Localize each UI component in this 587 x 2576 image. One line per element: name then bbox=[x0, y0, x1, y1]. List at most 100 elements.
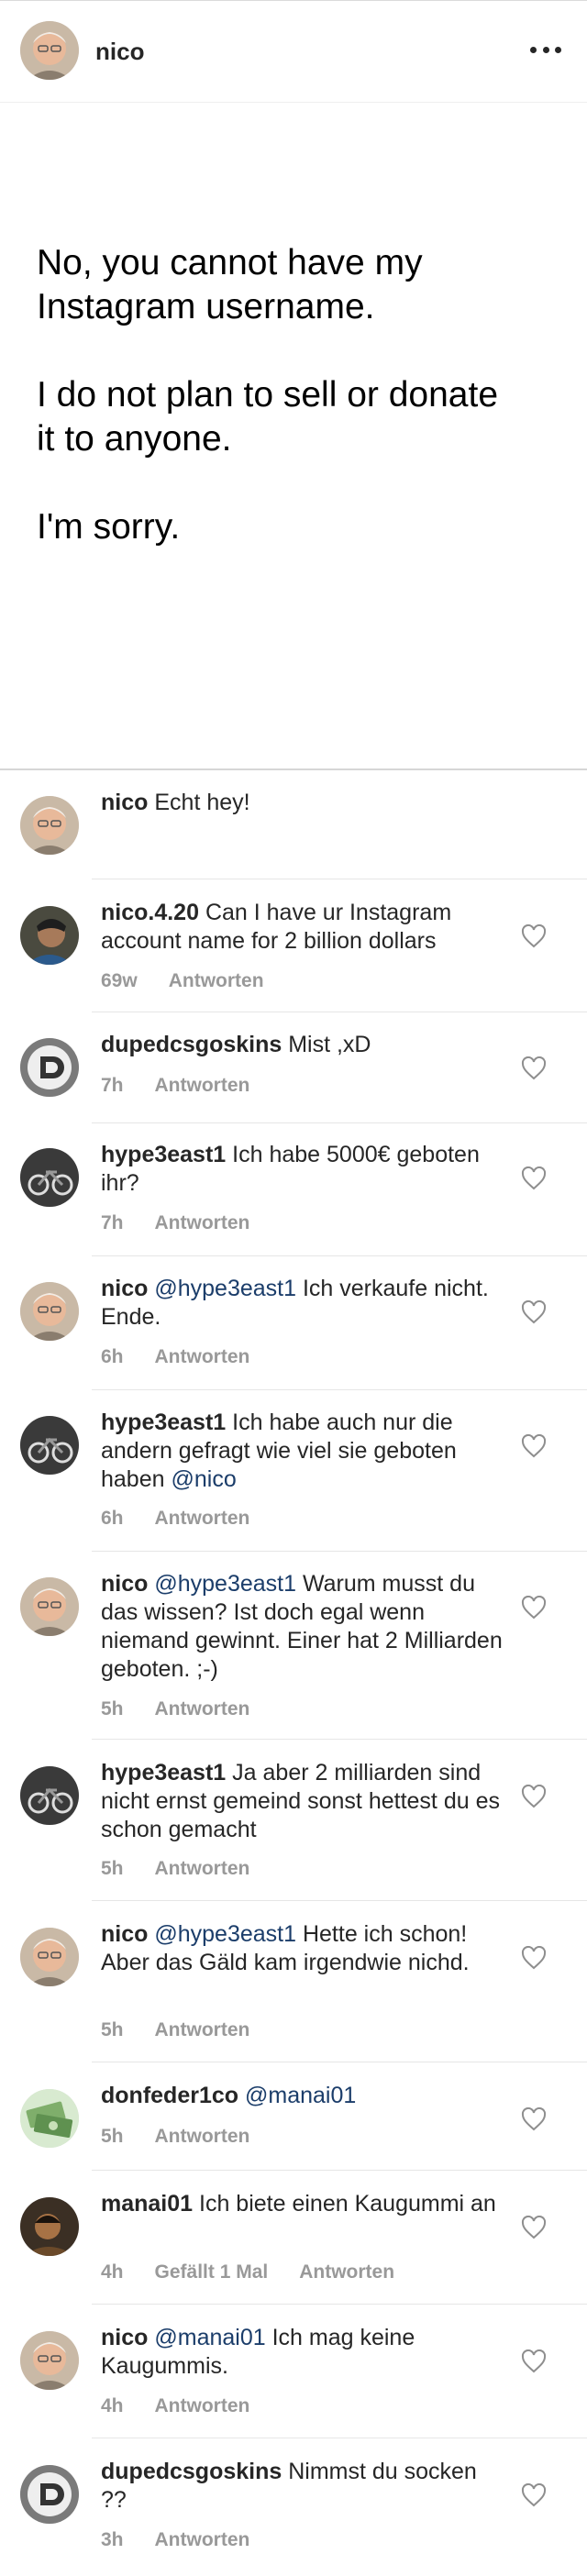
header-username[interactable]: nico bbox=[95, 38, 144, 66]
post-text: No, you cannot have my Instagram usernam… bbox=[37, 243, 499, 547]
avatar[interactable] bbox=[20, 906, 79, 965]
comment-time: 7h bbox=[101, 1075, 124, 1096]
like-heart-icon[interactable] bbox=[521, 1166, 547, 1190]
like-heart-icon[interactable] bbox=[521, 1596, 547, 1620]
comment-username[interactable]: hype3east1 bbox=[101, 1760, 226, 1786]
comment-meta: 5h Antworten bbox=[101, 1698, 281, 1720]
comment-time: 5h bbox=[101, 1858, 124, 1879]
avatar[interactable] bbox=[20, 2331, 79, 2390]
like-count[interactable]: Gefällt 1 Mal bbox=[155, 2261, 269, 2283]
comment-time: 5h bbox=[101, 2019, 124, 2040]
reply-button[interactable]: Antworten bbox=[155, 2395, 250, 2416]
avatar[interactable] bbox=[20, 1416, 79, 1475]
post-image: No, you cannot have my Instagram usernam… bbox=[0, 104, 587, 770]
comment-body: hype3east1 Ja aber 2 milliarden sind nic… bbox=[101, 1759, 504, 1844]
user-photo-icon bbox=[20, 2197, 79, 2256]
logo-avatar-icon bbox=[20, 1038, 79, 1097]
comment-separator bbox=[92, 1389, 587, 1390]
mention-link[interactable]: @nico bbox=[171, 1466, 236, 1492]
like-heart-icon[interactable] bbox=[521, 924, 547, 948]
comment-text: Echt hey! bbox=[154, 790, 250, 815]
comment-body: nico @manai01 Ich mag keine Kaugummis. bbox=[101, 2324, 504, 2381]
avatar[interactable] bbox=[20, 2197, 79, 2256]
comment-body: hype3east1 Ich habe 5000€ geboten ihr? bbox=[101, 1141, 504, 1198]
comment-username[interactable]: nico bbox=[101, 1276, 148, 1301]
comment-username[interactable]: nico.4.20 bbox=[101, 900, 199, 925]
like-heart-icon[interactable] bbox=[521, 2107, 547, 2131]
reply-button[interactable]: Antworten bbox=[155, 1075, 250, 1096]
reply-button[interactable]: Antworten bbox=[155, 1346, 250, 1367]
comment-username[interactable]: nico bbox=[101, 1921, 148, 1947]
comment-username[interactable]: nico bbox=[101, 2325, 148, 2350]
comment-meta: 3h Antworten bbox=[101, 2529, 281, 2551]
reply-button[interactable]: Antworten bbox=[155, 1212, 250, 1233]
avatar[interactable] bbox=[20, 2089, 79, 2148]
comment-separator bbox=[92, 2304, 587, 2305]
comment-username[interactable]: hype3east1 bbox=[101, 1410, 226, 1435]
reply-button[interactable]: Antworten bbox=[155, 2126, 250, 2147]
reply-button[interactable]: Antworten bbox=[155, 1698, 250, 1719]
comment-time: 69w bbox=[101, 970, 138, 991]
comment-username[interactable]: manai01 bbox=[101, 2191, 193, 2217]
comment-time: 4h bbox=[101, 2261, 124, 2283]
more-options-icon[interactable] bbox=[530, 47, 561, 56]
like-heart-icon[interactable] bbox=[521, 1300, 547, 1324]
motorbike-avatar-icon bbox=[20, 1416, 79, 1475]
avatar[interactable] bbox=[20, 1038, 79, 1097]
reply-button[interactable]: Antworten bbox=[155, 2529, 250, 2550]
mention-link[interactable]: @manai01 bbox=[245, 2083, 356, 2108]
comment-meta: 5h Antworten bbox=[101, 1858, 281, 1880]
like-heart-icon[interactable] bbox=[521, 1056, 547, 1080]
avatar[interactable] bbox=[20, 1282, 79, 1341]
like-heart-icon[interactable] bbox=[521, 1785, 547, 1808]
comment-username[interactable]: dupedcsgoskins bbox=[101, 1032, 282, 1057]
avatar[interactable] bbox=[20, 1148, 79, 1207]
mention-link[interactable]: @hype3east1 bbox=[154, 1276, 296, 1301]
nico-avatar-icon bbox=[20, 1928, 79, 1986]
avatar[interactable] bbox=[20, 1577, 79, 1636]
comment-separator bbox=[92, 1900, 587, 1901]
comment-username[interactable]: dupedcsgoskins bbox=[101, 2459, 282, 2484]
motorbike-avatar-icon bbox=[20, 1148, 79, 1207]
post-header: nico bbox=[0, 0, 587, 103]
reply-button[interactable]: Antworten bbox=[155, 2019, 250, 2040]
avatar[interactable] bbox=[20, 1928, 79, 1986]
comment-time: 6h bbox=[101, 1508, 124, 1529]
comment-body: donfeder1co @manai01 bbox=[101, 2082, 504, 2110]
mention-link[interactable]: @manai01 bbox=[154, 2325, 265, 2350]
avatar[interactable] bbox=[20, 21, 79, 80]
avatar[interactable] bbox=[20, 1766, 79, 1825]
comment-separator bbox=[92, 2170, 587, 2171]
mention-link[interactable]: @hype3east1 bbox=[154, 1571, 296, 1597]
comment-body: nico @hype3east1 Ich verkaufe nicht. End… bbox=[101, 1275, 504, 1332]
money-avatar-icon bbox=[20, 2089, 79, 2148]
comment-separator bbox=[92, 1739, 587, 1740]
comment-meta: 7h Antworten bbox=[101, 1212, 281, 1234]
nico-avatar-icon bbox=[20, 21, 79, 80]
user-photo-icon bbox=[20, 906, 79, 965]
reply-button[interactable]: Antworten bbox=[155, 1858, 250, 1879]
comment-username[interactable]: nico bbox=[101, 1571, 148, 1597]
comment-body: nico Echt hey! bbox=[101, 789, 504, 817]
comment-body: nico.4.20 Can I have ur Instagram accoun… bbox=[101, 899, 504, 956]
like-heart-icon[interactable] bbox=[521, 2349, 547, 2373]
reply-button[interactable]: Antworten bbox=[299, 2261, 394, 2283]
reply-button[interactable]: Antworten bbox=[169, 970, 264, 991]
like-heart-icon[interactable] bbox=[521, 2483, 547, 2507]
like-heart-icon[interactable] bbox=[521, 2216, 547, 2239]
comment-separator bbox=[92, 1255, 587, 1256]
avatar[interactable] bbox=[20, 2465, 79, 2524]
comment-username[interactable]: hype3east1 bbox=[101, 1142, 226, 1167]
reply-button[interactable]: Antworten bbox=[155, 1508, 250, 1529]
comment-username[interactable]: donfeder1co bbox=[101, 2083, 238, 2108]
nico-avatar-icon bbox=[20, 1282, 79, 1341]
divider bbox=[0, 768, 587, 770]
like-heart-icon[interactable] bbox=[521, 1946, 547, 1970]
mention-link[interactable]: @hype3east1 bbox=[154, 1921, 296, 1947]
comment-body: hype3east1 Ich habe auch nur die andern … bbox=[101, 1409, 504, 1494]
avatar[interactable] bbox=[20, 796, 79, 855]
comment-username[interactable]: nico bbox=[101, 790, 148, 815]
comment-meta: 6h Antworten bbox=[101, 1508, 281, 1530]
like-heart-icon[interactable] bbox=[521, 1434, 547, 1458]
comment-time: 4h bbox=[101, 2395, 124, 2416]
